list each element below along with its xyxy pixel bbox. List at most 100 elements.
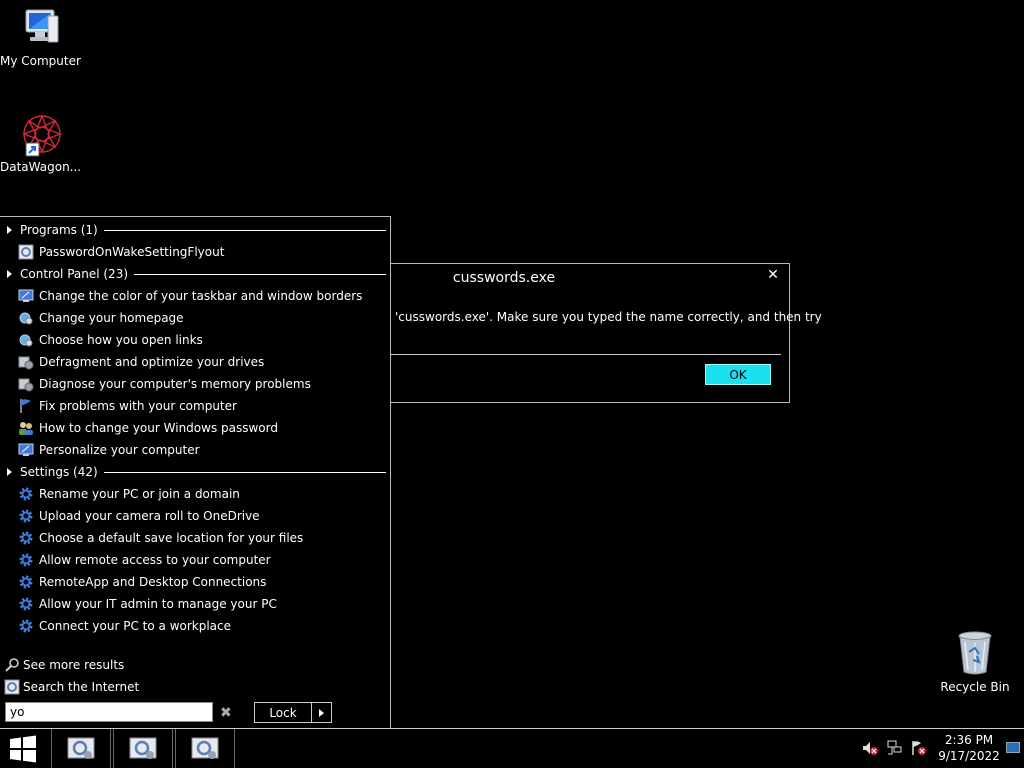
expand-arrow-icon bbox=[7, 468, 12, 476]
group-header-label: Control Panel (23) bbox=[20, 267, 129, 281]
clock-time: 2:36 PM bbox=[944, 733, 994, 747]
search-internet-link[interactable]: Search the Internet bbox=[4, 676, 139, 698]
datawagon-shortcut-icon bbox=[22, 114, 62, 157]
display-settings-icon bbox=[18, 289, 34, 302]
gear-icon bbox=[19, 509, 33, 523]
internet-options-icon bbox=[19, 334, 33, 347]
gear-icon bbox=[19, 619, 33, 633]
app-icon bbox=[129, 737, 157, 759]
app-icon bbox=[18, 244, 34, 260]
desktop-icon-datawagon[interactable]: DataWagon... bbox=[0, 110, 82, 174]
result-item[interactable]: Diagnose your computer's memory problems bbox=[18, 373, 311, 395]
display-settings-icon bbox=[18, 443, 34, 456]
result-label: Allow your IT admin to manage your PC bbox=[39, 597, 277, 611]
taskbar-clock[interactable]: 2:36 PM 9/17/2022 bbox=[938, 732, 1000, 764]
result-label: Choose a default save location for your … bbox=[39, 531, 304, 545]
admin-tools-icon bbox=[18, 378, 34, 392]
desktop-icon-label: Recycle Bin bbox=[940, 680, 1010, 694]
desktop-icon-my-computer[interactable]: My Computer bbox=[0, 6, 81, 68]
taskbar-app-button[interactable] bbox=[113, 729, 173, 768]
result-item[interactable]: Change your homepage bbox=[18, 307, 184, 329]
show-desktop-button[interactable] bbox=[1006, 742, 1020, 753]
result-item[interactable]: Rename your PC or join a domain bbox=[18, 483, 240, 505]
desktop-icon-label: My Computer bbox=[0, 54, 81, 68]
action-center-flag-icon[interactable] bbox=[910, 740, 926, 756]
result-label: Upload your camera roll to OneDrive bbox=[39, 509, 260, 523]
result-label: Rename your PC or join a domain bbox=[39, 487, 240, 501]
ok-button[interactable]: OK bbox=[705, 364, 771, 385]
search-icon bbox=[5, 658, 19, 672]
desktop-icon-label: DataWagon... bbox=[0, 160, 82, 174]
search-internet-label: Search the Internet bbox=[23, 680, 140, 694]
app-icon bbox=[191, 737, 219, 759]
dialog-title: cusswords.exe bbox=[452, 270, 556, 286]
result-label: PasswordOnWakeSettingFlyout bbox=[39, 245, 225, 259]
gear-icon bbox=[19, 553, 33, 567]
result-item[interactable]: Allow your IT admin to manage your PC bbox=[18, 593, 277, 615]
recycle-bin-icon bbox=[958, 631, 992, 675]
result-item[interactable]: Choose how you open links bbox=[18, 329, 203, 351]
see-more-results-link[interactable]: See more results bbox=[4, 654, 124, 676]
result-item[interactable]: Personalize your computer bbox=[18, 439, 200, 461]
divider bbox=[103, 229, 386, 231]
result-label: Personalize your computer bbox=[39, 443, 200, 457]
search-input[interactable]: yo bbox=[5, 702, 213, 722]
result-label: Fix problems with your computer bbox=[39, 399, 237, 413]
divider bbox=[103, 471, 386, 473]
result-label: How to change your Windows password bbox=[39, 421, 278, 435]
result-item[interactable]: How to change your Windows password bbox=[18, 417, 278, 439]
gear-icon bbox=[19, 531, 33, 545]
taskbar-app-button[interactable] bbox=[51, 729, 111, 768]
result-item[interactable]: Choose a default save location for your … bbox=[18, 527, 303, 549]
clock-date: 9/17/2022 bbox=[938, 749, 1000, 763]
group-header-programs[interactable]: Programs (1) bbox=[0, 219, 388, 241]
group-header-control-panel[interactable]: Control Panel (23) bbox=[0, 263, 388, 285]
close-button[interactable]: ✕ bbox=[757, 264, 789, 286]
result-item[interactable]: Allow remote access to your computer bbox=[18, 549, 271, 571]
result-label: RemoteApp and Desktop Connections bbox=[39, 575, 267, 589]
windows-start-button[interactable] bbox=[8, 735, 38, 763]
result-item[interactable]: Defragment and optimize your drives bbox=[18, 351, 264, 373]
result-item[interactable]: Connect your PC to a workplace bbox=[18, 615, 231, 637]
group-header-label: Programs (1) bbox=[20, 223, 98, 237]
taskbar-app-button[interactable] bbox=[175, 729, 235, 768]
flag-icon bbox=[20, 399, 31, 413]
error-dialog: cusswords.exe ✕ 'cusswords.exe'. Make su… bbox=[390, 263, 822, 403]
taskbar: 2:36 PM 9/17/2022 bbox=[0, 728, 1024, 768]
user-accounts-icon bbox=[19, 422, 33, 435]
result-label: Allow remote access to your computer bbox=[39, 553, 271, 567]
divider bbox=[134, 273, 386, 275]
result-label: Change your homepage bbox=[39, 311, 184, 325]
result-item[interactable]: PasswordOnWakeSettingFlyout bbox=[18, 241, 224, 263]
internet-options-icon bbox=[19, 312, 33, 325]
result-item[interactable]: RemoteApp and Desktop Connections bbox=[18, 571, 266, 593]
app-icon bbox=[67, 737, 95, 759]
see-more-label: See more results bbox=[23, 658, 125, 672]
result-item[interactable]: Fix problems with your computer bbox=[18, 395, 237, 417]
result-item[interactable]: Change the color of your taskbar and win… bbox=[18, 285, 362, 307]
result-label: Connect your PC to a workplace bbox=[39, 619, 232, 633]
group-header-label: Settings (42) bbox=[20, 465, 98, 479]
gear-icon bbox=[19, 597, 33, 611]
admin-tools-icon bbox=[18, 356, 34, 370]
result-label: Choose how you open links bbox=[39, 333, 203, 347]
clear-search-icon[interactable]: ✖ bbox=[220, 705, 232, 721]
lock-button[interactable]: Lock bbox=[254, 702, 312, 723]
gear-icon bbox=[19, 575, 33, 589]
expand-arrow-icon bbox=[7, 226, 12, 234]
result-label: Diagnose your computer's memory problems bbox=[39, 377, 311, 391]
expand-arrow-icon bbox=[7, 270, 12, 278]
dialog-message: 'cusswords.exe'. Make sure you typed the… bbox=[395, 310, 822, 324]
computer-icon bbox=[25, 9, 59, 43]
network-icon[interactable] bbox=[886, 740, 902, 756]
volume-muted-icon[interactable] bbox=[862, 740, 878, 756]
power-options-arrow-button[interactable] bbox=[311, 702, 332, 723]
result-label: Defragment and optimize your drives bbox=[39, 355, 265, 369]
web-search-icon bbox=[4, 679, 20, 695]
start-menu: Programs (1) PasswordOnWakeSettingFlyout… bbox=[0, 216, 391, 729]
desktop-icon-recycle-bin[interactable]: Recycle Bin bbox=[935, 628, 1015, 694]
group-header-settings[interactable]: Settings (42) bbox=[0, 461, 388, 483]
dialog-divider bbox=[391, 354, 781, 355]
result-item[interactable]: Upload your camera roll to OneDrive bbox=[18, 505, 260, 527]
gear-icon bbox=[19, 487, 33, 501]
